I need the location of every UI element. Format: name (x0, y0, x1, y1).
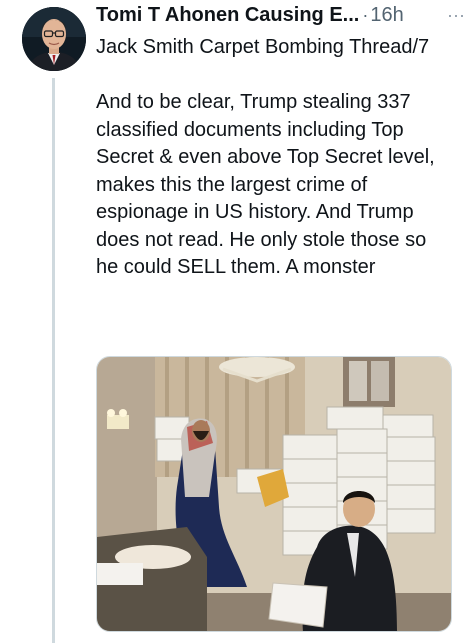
separator-dot: · (362, 5, 369, 25)
tweet-body: And to be clear, Trump stealing 337 clas… (96, 91, 435, 278)
thread-line (52, 78, 55, 643)
tweet-header: Tomi T Ahonen Causing E... · 16h (96, 4, 466, 32)
avatar[interactable] (22, 7, 86, 71)
profile-photo-icon (22, 7, 86, 71)
tweet-media-image[interactable] (96, 356, 452, 632)
tweet-subject: Jack Smith Carpet Bombing Thread/7 (96, 36, 430, 58)
photo-man-boxes-bathroom-icon (97, 357, 451, 631)
timestamp[interactable]: 16h (370, 4, 403, 27)
more-options-icon[interactable]: ··· (444, 6, 468, 24)
tweet-text: Jack Smith Carpet Bombing Thread/7 And t… (96, 34, 446, 282)
tweet[interactable]: Tomi T Ahonen Causing E... · 16h ··· Jac… (0, 0, 474, 643)
author-name[interactable]: Tomi T Ahonen Causing E... (96, 4, 359, 27)
